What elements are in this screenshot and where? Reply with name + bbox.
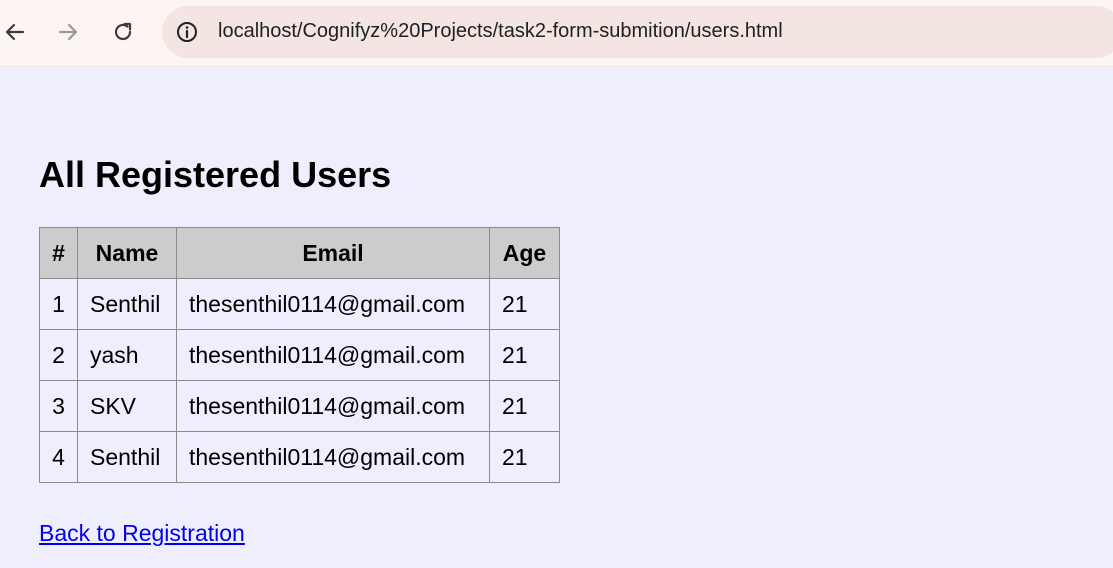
header-name: Name: [77, 227, 177, 279]
address-bar[interactable]: localhost/Cognifyz%20Projects/task2-form…: [162, 6, 1113, 58]
table-header-row: # Name Email Age: [39, 227, 560, 279]
table-row: 3 SKV thesenthil0114@gmail.com 21: [39, 380, 560, 432]
header-num: #: [39, 227, 78, 279]
back-button[interactable]: [0, 17, 30, 47]
cell-age: 21: [489, 431, 560, 483]
users-table: # Name Email Age 1 Senthil thesenthil011…: [39, 227, 560, 483]
cell-age: 21: [489, 278, 560, 330]
header-age: Age: [489, 227, 560, 279]
cell-num: 1: [39, 278, 78, 330]
browser-toolbar: localhost/Cognifyz%20Projects/task2-form…: [0, 0, 1113, 67]
cell-email: thesenthil0114@gmail.com: [176, 380, 490, 432]
cell-name: Senthil: [77, 431, 177, 483]
table-row: 4 Senthil thesenthil0114@gmail.com 21: [39, 431, 560, 483]
cell-name: Senthil: [77, 278, 177, 330]
cell-name: SKV: [77, 380, 177, 432]
reload-icon: [114, 22, 132, 41]
forward-button[interactable]: [53, 17, 83, 47]
cell-name: yash: [77, 329, 177, 381]
arrow-left-icon: [5, 23, 25, 41]
cell-age: 21: [489, 380, 560, 432]
table-row: 1 Senthil thesenthil0114@gmail.com 21: [39, 278, 560, 330]
reload-button[interactable]: [108, 17, 138, 47]
cell-email: thesenthil0114@gmail.com: [176, 329, 490, 381]
url-text[interactable]: localhost/Cognifyz%20Projects/task2-form…: [218, 20, 783, 43]
cell-num: 3: [39, 380, 78, 432]
page-content: All Registered Users # Name Email Age 1 …: [0, 67, 1113, 568]
cell-num: 4: [39, 431, 78, 483]
cell-age: 21: [489, 329, 560, 381]
info-circle-icon[interactable]: [176, 21, 198, 43]
header-email: Email: [176, 227, 490, 279]
back-to-registration-link[interactable]: Back to Registration: [39, 520, 245, 547]
table-row: 2 yash thesenthil0114@gmail.com 21: [39, 329, 560, 381]
cell-email: thesenthil0114@gmail.com: [176, 278, 490, 330]
arrow-right-icon: [58, 23, 78, 41]
cell-num: 2: [39, 329, 78, 381]
page-title: All Registered Users: [39, 154, 392, 195]
cell-email: thesenthil0114@gmail.com: [176, 431, 490, 483]
